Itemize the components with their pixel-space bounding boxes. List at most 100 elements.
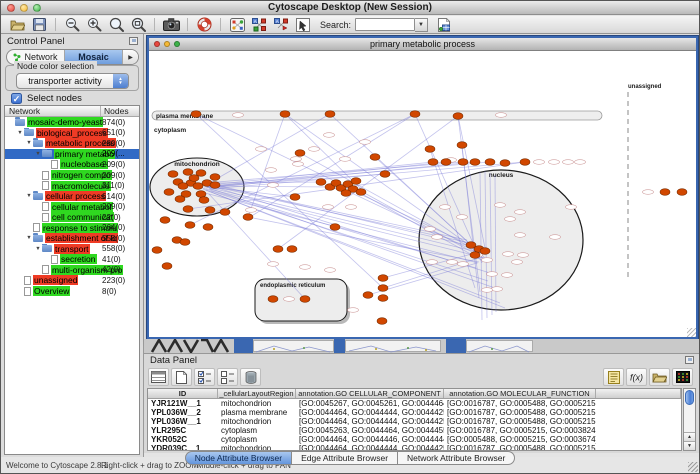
help-icon[interactable]: [194, 17, 214, 33]
graph-node[interactable]: [351, 178, 361, 185]
graph-node[interactable]: [363, 292, 373, 299]
expander-icon[interactable]: ▼: [34, 246, 42, 252]
tree-row[interactable]: ▼transport558(0): [5, 244, 139, 255]
graph-node[interactable]: [183, 206, 193, 213]
tree-row[interactable]: macromolecule311(0): [5, 180, 139, 191]
table-row[interactable]: YLR295Ccytoplasm[GO:0045263, GO:0044464,…: [148, 426, 681, 435]
vizmapper-icon[interactable]: [227, 17, 247, 33]
graph-node[interactable]: [287, 246, 297, 253]
plasma-membrane-region[interactable]: [152, 111, 602, 120]
graph-node[interactable]: [185, 222, 195, 229]
network-frame-titlebar[interactable]: primary metabolic process: [149, 38, 696, 51]
tree-row[interactable]: response to stimulu264(0): [5, 222, 139, 233]
tree-row[interactable]: cellular metabol209(0): [5, 201, 139, 212]
graph-node[interactable]: [220, 209, 230, 216]
network-tree-header[interactable]: Network Nodes: [5, 106, 139, 117]
float-panel-icon[interactable]: [129, 37, 138, 45]
table-row[interactable]: YDR039C__1mitochondrion[GO:0044464, GO:0…: [148, 444, 681, 451]
attribute-select-icon[interactable]: [148, 368, 169, 386]
scrollbar-thumb[interactable]: [685, 390, 694, 405]
float-data-panel-icon[interactable]: [685, 356, 694, 364]
tab-overflow-arrow-icon[interactable]: ▶: [123, 50, 138, 64]
graph-node[interactable]: [300, 296, 310, 303]
graph-node[interactable]: [677, 189, 687, 196]
graph-node[interactable]: [160, 217, 170, 224]
save-icon[interactable]: [29, 17, 49, 33]
graph-node[interactable]: [356, 189, 366, 196]
frame-resize-grip[interactable]: [687, 328, 696, 337]
table-row[interactable]: YKR052Ccytoplasm[GO:0044464, GO:0044446,…: [148, 435, 681, 444]
graph-node[interactable]: [164, 189, 174, 196]
graph-node[interactable]: [273, 246, 283, 253]
zoom-fit-icon[interactable]: [128, 17, 148, 33]
graph-node[interactable]: [458, 159, 468, 166]
expander-icon[interactable]: ▼: [34, 151, 42, 157]
graph-node[interactable]: [178, 183, 188, 190]
graph-node[interactable]: [660, 189, 670, 196]
graph-node[interactable]: [180, 239, 190, 246]
graph-node[interactable]: [453, 113, 463, 120]
graph-node[interactable]: [380, 171, 390, 178]
open-icon[interactable]: [7, 17, 27, 33]
graph-node[interactable]: [341, 190, 351, 197]
graph-node[interactable]: [290, 194, 300, 201]
select-nodes-checkbox[interactable]: ✓: [11, 93, 22, 104]
import-attributes-icon[interactable]: [649, 368, 670, 386]
window-titlebar[interactable]: Cytoscape Desktop (New Session): [1, 1, 699, 15]
attribute-table-header[interactable]: ID _cellularLayoutRegion annotation.GO C…: [148, 389, 681, 399]
background-frame-titlebar[interactable]: [446, 339, 466, 353]
tab-node-attribute-browser[interactable]: Node Attribute Browser: [185, 451, 292, 465]
graph-node[interactable]: [193, 183, 203, 190]
network-view-frame[interactable]: primary metabolic process plasma membran…: [147, 36, 698, 339]
network-canvas[interactable]: plasma membrane cytoplasm mitochondrion …: [149, 52, 696, 337]
table-row[interactable]: YJR121W__1mitochondrion[GO:0045267, GO:0…: [148, 399, 681, 408]
graph-node[interactable]: [280, 111, 290, 118]
graph-node[interactable]: [191, 111, 201, 118]
tree-row[interactable]: secretion41(0): [5, 254, 139, 265]
table-row[interactable]: YPL036W__2plasma membrane[GO:0044464, GO…: [148, 408, 681, 417]
graph-node[interactable]: [162, 263, 172, 270]
graph-node[interactable]: [199, 197, 209, 204]
graph-node[interactable]: [378, 295, 388, 302]
graph-node[interactable]: [500, 160, 510, 167]
zoom-out-icon[interactable]: [62, 17, 82, 33]
graph-node[interactable]: [175, 196, 185, 203]
tree-row[interactable]: cell communicat22(0): [5, 212, 139, 223]
column-cellular-component[interactable]: annotation.GO CELLULAR_COMPONENT: [296, 389, 444, 398]
graph-node[interactable]: [210, 182, 220, 189]
tree-column-nodes[interactable]: Nodes: [101, 106, 139, 116]
expander-icon[interactable]: ▼: [25, 140, 33, 146]
graph-node[interactable]: [295, 150, 305, 157]
combo-arrow-icon[interactable]: ▼: [415, 18, 428, 32]
graph-node[interactable]: [470, 252, 480, 259]
graph-node[interactable]: [325, 111, 335, 118]
select-nodes-row[interactable]: ✓ Select nodes: [11, 93, 82, 104]
graph-node[interactable]: [152, 247, 162, 254]
background-frame-thumbnail[interactable]: [345, 340, 441, 352]
tree-row[interactable]: mosaic-demo-yeast874(0): [5, 117, 139, 128]
node-color-dropdown[interactable]: transporter activity ▲▼: [16, 73, 129, 89]
background-frame-thumbnail[interactable]: [253, 340, 334, 352]
network-graph[interactable]: plasma membrane cytoplasm mitochondrion …: [149, 52, 696, 337]
tree-row[interactable]: unassigned223(0): [5, 275, 139, 286]
graph-node[interactable]: [168, 171, 178, 178]
tree-row[interactable]: ▼primary metabo209(...: [5, 149, 139, 160]
tree-row[interactable]: nitrogen compo209(0): [5, 170, 139, 181]
graph-node[interactable]: [378, 275, 388, 282]
unselect-attributes-icon[interactable]: [217, 368, 238, 386]
graph-node[interactable]: [189, 175, 199, 182]
background-frames-strip[interactable]: [144, 339, 700, 353]
graph-node[interactable]: [268, 296, 278, 303]
graph-node[interactable]: [183, 169, 193, 176]
graph-node[interactable]: [203, 224, 213, 231]
select-mode-icon[interactable]: [293, 17, 313, 33]
graph-node[interactable]: [470, 159, 480, 166]
table-scrollbar[interactable]: ▲ ▼: [683, 388, 696, 451]
delete-attribute-icon[interactable]: [240, 368, 261, 386]
graph-node[interactable]: [316, 179, 326, 186]
background-frame-titlebar[interactable]: [234, 339, 253, 353]
graph-node[interactable]: [457, 142, 467, 149]
graph-node[interactable]: [210, 174, 220, 181]
attribute-list-icon[interactable]: [603, 368, 624, 386]
tree-column-network[interactable]: Network: [5, 106, 101, 116]
